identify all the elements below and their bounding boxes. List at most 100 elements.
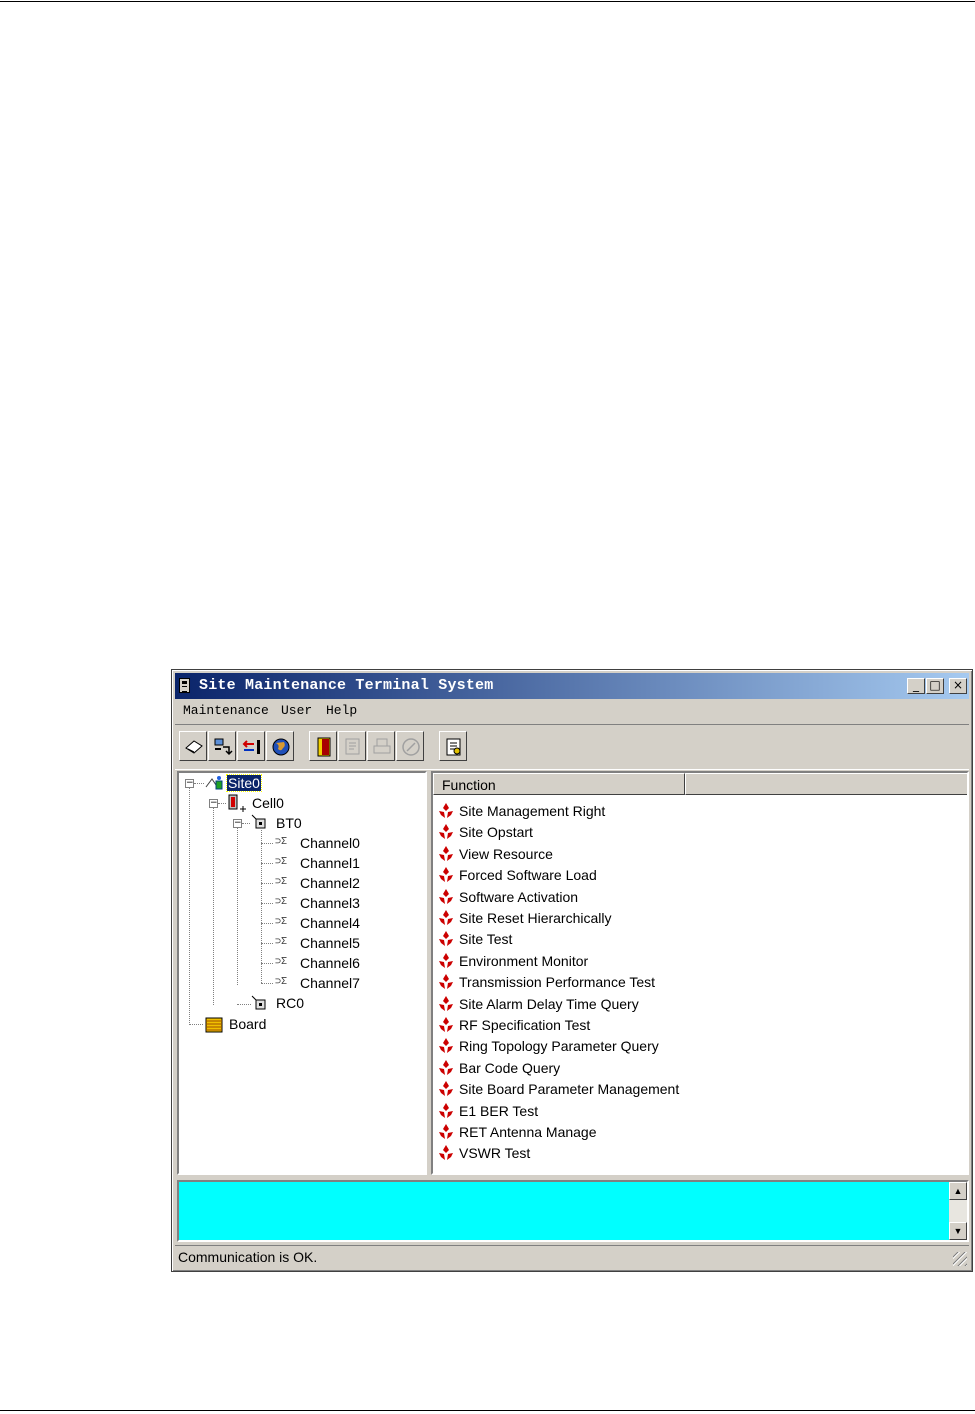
tree-connector [261, 923, 273, 924]
function-icon [439, 1081, 453, 1097]
report-button[interactable] [439, 731, 467, 761]
disconnect-icon [242, 740, 260, 754]
toolbar [175, 724, 969, 770]
tree-node-channel[interactable]: Channel1 [300, 855, 360, 871]
exit-icon [317, 737, 331, 757]
channel-icon: ⊃Σ [275, 896, 288, 907]
tree-connector [189, 788, 190, 1025]
message-console[interactable]: ▲ ▼ [177, 1180, 969, 1242]
function-label: Site Management Right [459, 803, 606, 819]
tree-node-channel[interactable]: Channel5 [300, 935, 360, 951]
function-icon [439, 1102, 453, 1118]
status-text: Communication is OK. [178, 1249, 318, 1265]
channel-icon: ⊃Σ [275, 916, 288, 927]
tree-connector [261, 883, 273, 884]
channel-icon: ⊃Σ [275, 856, 288, 867]
config-button[interactable] [338, 731, 366, 761]
stop-button[interactable] [396, 731, 424, 761]
globe-icon [272, 738, 290, 756]
maximize-button[interactable]: □ [926, 678, 944, 694]
function-icon [439, 1038, 453, 1054]
function-icon [439, 995, 453, 1011]
tree-node-channel[interactable]: Channel7 [300, 975, 360, 991]
tree-connector [261, 903, 273, 904]
print-button[interactable] [367, 731, 395, 761]
exit-button[interactable] [309, 731, 337, 761]
function-label: Transmission Performance Test [459, 974, 656, 991]
function-label: View Resource [459, 845, 553, 862]
cell-icon [228, 794, 246, 812]
tree-connector [189, 1024, 203, 1025]
function-label: Site Reset Hierarchically [459, 910, 612, 926]
tree-connector [261, 943, 273, 944]
site-collapse-toggle[interactable]: − [185, 779, 194, 788]
function-icon [439, 952, 453, 968]
page-bottom-rule [0, 1410, 975, 1411]
globe-button[interactable] [266, 731, 294, 761]
function-label: RET Antenna Manage [459, 1124, 597, 1140]
minimize-button[interactable]: _ [907, 678, 925, 694]
console-scrollbar[interactable]: ▲ ▼ [949, 1182, 967, 1240]
tree-node-bt[interactable]: BT0 [276, 815, 302, 831]
function-icon [439, 888, 453, 904]
bt-collapse-toggle[interactable]: − [233, 819, 242, 828]
function-label: Site Opstart [459, 824, 533, 841]
close-button[interactable]: × [949, 678, 967, 694]
site-icon [205, 776, 223, 790]
page-top-rule [0, 1, 975, 2]
function-icon [439, 910, 453, 925]
function-label: E1 BER Test [459, 1102, 539, 1119]
tree-connector [261, 843, 273, 844]
scroll-up-button[interactable]: ▲ [949, 1182, 967, 1200]
report-icon [446, 738, 461, 756]
function-label: VSWR Test [459, 1145, 531, 1162]
function-icon [439, 1124, 453, 1139]
function-label: Forced Software Load [459, 867, 597, 884]
app-window: Site Maintenance Terminal System _ □ × M… [171, 669, 973, 1272]
window-title: Site Maintenance Terminal System [199, 677, 494, 694]
tree-connector [213, 808, 214, 1005]
tree-connector [194, 783, 204, 784]
tree-node-site[interactable]: Site0 [226, 774, 262, 792]
function-column-header[interactable]: Function [433, 773, 685, 795]
menu-user[interactable]: User [281, 703, 312, 718]
menu-help[interactable]: Help [326, 703, 357, 718]
board-icon [205, 1017, 223, 1033]
function-label: RF Specification Test [459, 1017, 591, 1033]
tree-connector [261, 963, 273, 964]
tree-node-board[interactable]: Board [229, 1016, 266, 1032]
function-icon [439, 1145, 453, 1161]
open-button[interactable] [179, 731, 207, 761]
scroll-down-button[interactable]: ▼ [949, 1222, 967, 1240]
cell-collapse-toggle[interactable]: − [209, 799, 218, 808]
function-icon [439, 803, 453, 818]
tree-node-rc[interactable]: RC0 [276, 995, 304, 1011]
tree-connector [242, 823, 250, 824]
rc-icon [251, 995, 266, 1010]
connect-button[interactable] [208, 731, 236, 761]
print-icon [373, 738, 391, 754]
tree-node-channel[interactable]: Channel6 [300, 955, 360, 971]
function-list[interactable]: Function Site Management Right Site Opsta… [431, 771, 969, 1175]
channel-icon: ⊃Σ [275, 836, 288, 847]
tree-node-channel[interactable]: Channel3 [300, 895, 360, 911]
channel-icon: ⊃Σ [275, 956, 288, 967]
tree-node-cell[interactable]: Cell0 [252, 795, 284, 811]
menu-maintenance[interactable]: Maintenance [183, 703, 269, 718]
channel-icon: ⊃Σ [275, 876, 288, 887]
tree-connector [237, 828, 238, 985]
site-tree[interactable]: − Site0 − Cell0 − BT0 ⊃Σ Channel0 ⊃Σ Cha… [177, 771, 427, 1175]
function-label: Ring Topology Parameter Query [459, 1038, 659, 1055]
tree-node-channel[interactable]: Channel0 [300, 835, 360, 851]
bt-icon [251, 814, 266, 829]
disconnect-button[interactable] [237, 731, 265, 761]
blank-column-header[interactable] [685, 773, 967, 795]
status-bar: Communication is OK. [175, 1245, 969, 1268]
function-label: Site Board Parameter Management [459, 1081, 680, 1098]
title-bar[interactable]: Site Maintenance Terminal System _ □ × [175, 673, 969, 699]
resize-grip[interactable] [953, 1252, 967, 1266]
app-icon [179, 678, 190, 693]
tree-node-channel[interactable]: Channel4 [300, 915, 360, 931]
stop-icon [402, 738, 420, 756]
tree-node-channel[interactable]: Channel2 [300, 875, 360, 891]
